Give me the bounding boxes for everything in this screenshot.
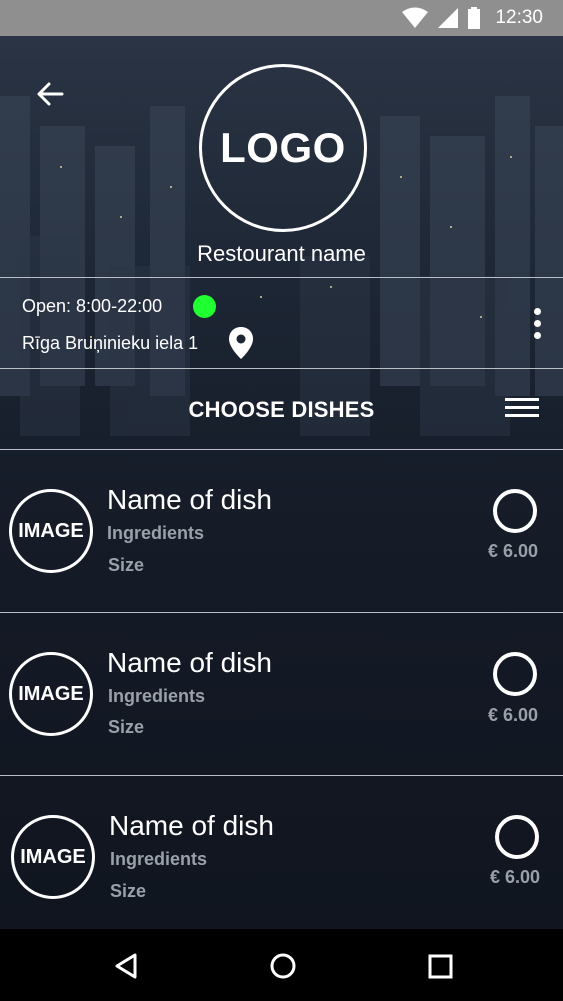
dish-image: IMAGE — [9, 652, 93, 736]
restaurant-logo: LOGO — [199, 64, 367, 232]
wifi-icon — [402, 7, 429, 28]
status-bar: 12:30 — [0, 0, 563, 36]
nav-back-icon[interactable] — [109, 949, 143, 983]
divider — [0, 277, 563, 278]
dish-item[interactable]: IMAGE Name of dish Ingredients Size € 6.… — [0, 613, 563, 776]
battery-icon — [468, 7, 481, 29]
dish-size: Size — [108, 717, 145, 737]
navigation-bar — [0, 929, 563, 1001]
dish-ingredients: Ingredients — [110, 849, 208, 869]
status-icons: 12:30 — [401, 6, 543, 30]
dish-image: IMAGE — [11, 815, 95, 899]
nav-recents-icon[interactable] — [423, 949, 457, 983]
status-time: 12:30 — [495, 7, 543, 28]
dish-name: Name of dish — [107, 647, 272, 678]
dish-select-radio[interactable] — [495, 815, 539, 859]
dish-price: € 6.00 — [488, 541, 539, 561]
dish-name: Name of dish — [109, 810, 274, 841]
open-status-indicator — [193, 295, 216, 318]
dish-price: € 6.00 — [488, 705, 539, 725]
nav-home-icon[interactable] — [266, 949, 300, 983]
dish-price: € 6.00 — [490, 867, 541, 887]
back-arrow-icon[interactable] — [30, 76, 70, 112]
dish-select-radio[interactable] — [493, 652, 537, 696]
restaurant-name: Restourant name — [197, 241, 366, 266]
dish-size: Size — [110, 881, 147, 901]
restaurant-address: Rīga Bruņinieku iela 1 — [22, 333, 199, 353]
dish-image: IMAGE — [9, 489, 93, 573]
dish-name: Name of dish — [107, 484, 272, 515]
choose-dishes-title: CHOOSE DISHES — [188, 397, 375, 422]
opening-hours: Open: 8:00-22:00 — [22, 296, 163, 316]
dish-ingredients: Ingredients — [107, 523, 205, 543]
dish-item[interactable]: IMAGE Name of dish Ingredients Size € 6.… — [0, 776, 563, 939]
menu-icon[interactable] — [505, 398, 539, 420]
more-vert-icon[interactable] — [527, 305, 547, 345]
signal-icon — [438, 8, 459, 28]
dish-size: Size — [108, 555, 145, 575]
dish-ingredients: Ingredients — [108, 686, 206, 706]
logo-text: LOGO — [220, 124, 346, 171]
divider — [0, 368, 563, 369]
dish-item[interactable]: IMAGE Name of dish Ingredients Size € 6.… — [0, 450, 563, 613]
location-pin-icon[interactable] — [228, 326, 254, 360]
dish-select-radio[interactable] — [493, 489, 537, 533]
